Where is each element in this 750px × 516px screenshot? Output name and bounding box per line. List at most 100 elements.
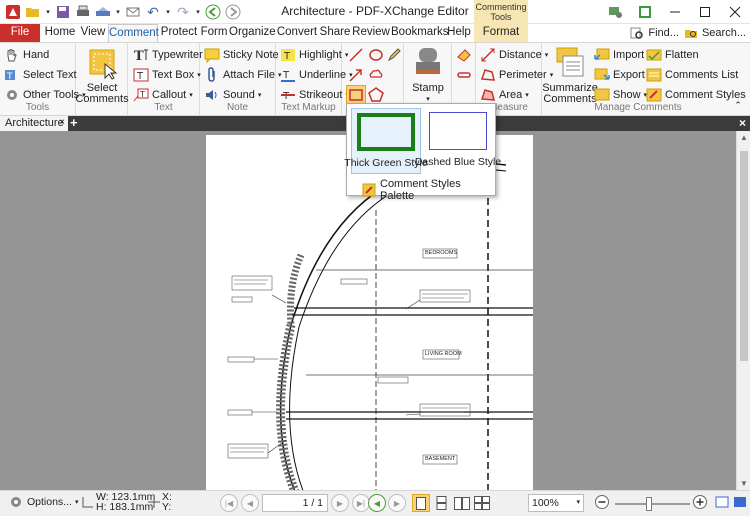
comment-styles-palette-item[interactable]: Comment Styles Palette — [361, 178, 495, 202]
select-text-icon: T — [4, 67, 20, 83]
close-document-icon[interactable]: × — [739, 116, 746, 130]
find-button[interactable]: Find... — [629, 25, 679, 41]
group-text-markup: T Highlight ▾ T Underline ▾ T Strikeout … — [276, 43, 353, 115]
rectangle-icon[interactable] — [346, 85, 366, 105]
link-icon[interactable] — [456, 67, 472, 83]
previous-view-button[interactable]: ◀ — [368, 494, 386, 512]
arrow-icon[interactable] — [348, 67, 364, 83]
options-button[interactable]: Options... ▾ — [8, 494, 78, 510]
fullscreen-button[interactable] — [732, 494, 748, 510]
search-button[interactable]: Search... — [683, 25, 746, 41]
tab-home[interactable]: Home — [42, 24, 78, 42]
zoom-select[interactable]: 100% ▾ — [528, 494, 584, 512]
tab-file[interactable]: File — [0, 24, 40, 42]
scroll-thumb[interactable] — [740, 151, 748, 361]
scroll-up-icon[interactable]: ▲ — [740, 133, 748, 142]
import-button[interactable]: Import — [594, 46, 644, 64]
comments-list-button[interactable]: Comments List — [646, 66, 738, 84]
svg-text:T: T — [139, 90, 145, 99]
crosshair-icon — [146, 494, 162, 510]
rectangle-style-dropdown: Thick Green Style Dashed Blue Style Comm… — [344, 103, 501, 202]
zoom-slider[interactable] — [615, 497, 690, 511]
zoom-in-button[interactable] — [692, 494, 708, 510]
ui-options-icon[interactable] — [600, 0, 630, 24]
first-page-button[interactable]: |◀ — [220, 494, 238, 512]
group-label-note: Note — [226, 102, 249, 113]
tab-review[interactable]: Review — [351, 24, 391, 42]
hand-tool-button[interactable]: Hand — [4, 46, 49, 64]
comments-list-icon — [646, 67, 662, 83]
document-tab-architecture[interactable]: Architecture × — [0, 116, 68, 131]
close-tab-icon[interactable]: × — [59, 116, 65, 130]
text-box-button[interactable]: T Text Box ▾ — [133, 66, 201, 84]
strikeout-icon: T — [280, 87, 296, 103]
flatten-icon — [646, 47, 662, 63]
maximize-button[interactable] — [690, 0, 720, 24]
next-view-button[interactable]: ▶ — [388, 494, 406, 512]
vertical-scrollbar[interactable]: ▲ ▼ — [736, 131, 750, 490]
tab-form[interactable]: Form — [199, 24, 229, 42]
scroll-down-icon[interactable]: ▼ — [740, 479, 748, 488]
tab-share[interactable]: Share — [319, 24, 351, 42]
continuous-facing-icon[interactable] — [474, 495, 490, 511]
select-text-button[interactable]: T Select Text — [4, 66, 77, 84]
eraser-icon[interactable] — [456, 47, 472, 63]
tab-convert[interactable]: Convert — [275, 24, 319, 42]
minimize-button[interactable] — [660, 0, 690, 24]
attach-file-button[interactable]: Attach File ▾ — [204, 66, 281, 84]
tab-view[interactable]: View — [78, 24, 108, 42]
cloud-icon[interactable] — [368, 67, 384, 83]
tab-comment[interactable]: Comment — [108, 24, 159, 42]
room-label-bedrooms: BEDROOMS — [425, 250, 458, 256]
dropdown-arrow-icon: ▾ — [189, 92, 193, 99]
tab-protect[interactable]: Protect — [159, 24, 199, 42]
collapse-ribbon-icon[interactable]: ⌃ — [730, 97, 746, 113]
facing-pages-icon[interactable] — [454, 495, 470, 511]
close-button[interactable] — [720, 0, 750, 24]
summarize-comments-button[interactable]: Summarize Comments — [542, 46, 598, 105]
distance-button[interactable]: Distance ▾ — [480, 46, 548, 64]
typewriter-icon: T — [133, 47, 149, 63]
zoom-out-button[interactable] — [594, 494, 610, 510]
history-navigation: ◀ ▶ — [368, 494, 406, 512]
next-page-button[interactable]: ▶ — [331, 494, 349, 512]
single-page-icon[interactable] — [412, 494, 430, 512]
continuous-page-icon[interactable] — [434, 495, 450, 511]
tab-help[interactable]: Help — [445, 24, 473, 42]
select-comments-button[interactable]: Select Comments — [75, 46, 129, 105]
new-tab-icon[interactable]: + — [70, 116, 78, 130]
title-bar: ▾ ▾ ↶ ▾ ↷ ▾ Architecture - PDF-XChange E… — [0, 0, 750, 24]
flatten-button[interactable]: Flatten — [646, 46, 699, 64]
dashed-blue-style-option[interactable]: Dashed Blue Style — [415, 108, 501, 174]
search-icon — [683, 25, 699, 41]
polygon-icon[interactable] — [368, 87, 384, 103]
tab-organize[interactable]: Organize — [229, 24, 276, 42]
group-tools: Hand T Select Text Other Tools ▾ Tools — [0, 43, 86, 115]
zoom-slider-thumb[interactable] — [646, 497, 652, 511]
fit-page-button[interactable] — [714, 494, 730, 510]
export-button[interactable]: Export — [594, 66, 645, 84]
thick-green-style-option[interactable]: Thick Green Style — [344, 108, 428, 174]
status-bar: Options... ▾ W: 123.1mm H: 183.1mm X: Y:… — [0, 490, 750, 516]
oval-icon[interactable] — [368, 47, 384, 63]
previous-page-button[interactable]: ◀ — [241, 494, 259, 512]
stamp-button[interactable]: Stamp ▾ — [408, 46, 448, 105]
page-dimensions: W: 123.1mm H: 183.1mm — [80, 492, 155, 512]
select-comments-icon — [85, 46, 119, 83]
page-number-input[interactable]: 1 / 1 — [262, 494, 328, 512]
tab-format[interactable]: Format — [474, 24, 528, 42]
comment-styles-icon — [646, 87, 662, 103]
tab-bookmarks[interactable]: Bookmarks — [391, 24, 449, 42]
typewriter-button[interactable]: T Typewriter ▾ — [133, 46, 209, 64]
svg-text:T: T — [283, 51, 291, 62]
sticky-note-button[interactable]: Sticky Note ▾ — [204, 46, 285, 64]
line-icon[interactable] — [348, 47, 364, 63]
highlight-button[interactable]: T Highlight ▾ — [280, 46, 348, 64]
export-icon — [594, 67, 610, 83]
text-box-icon: T — [133, 67, 149, 83]
svg-text:T: T — [6, 72, 13, 82]
pencil-icon[interactable] — [386, 47, 402, 63]
group-label-text: Text — [154, 102, 173, 113]
zoom-level-input[interactable]: 100% ▾ — [528, 494, 584, 512]
fullscreen-icon[interactable] — [630, 0, 660, 24]
